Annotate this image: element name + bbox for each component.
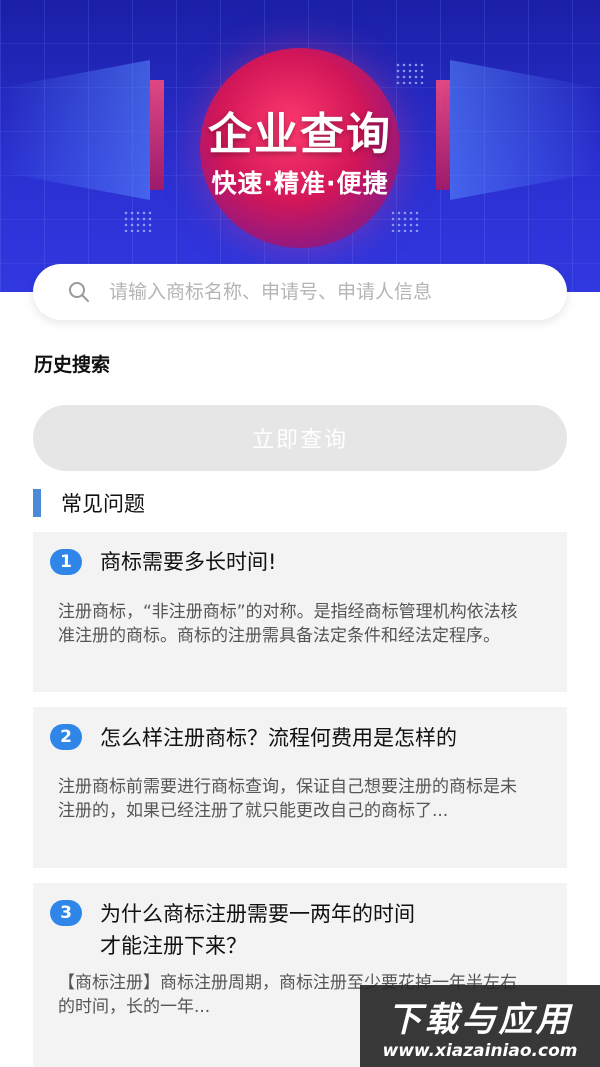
heading-marker	[33, 489, 41, 517]
faq-heading-text: 常见问题	[61, 492, 145, 516]
faq-question: 怎么样注册商标？流程何费用是怎样的	[100, 726, 457, 750]
banner-title: 企业查询	[208, 109, 392, 160]
dots-decoration	[395, 62, 425, 84]
search-input[interactable]	[109, 281, 529, 303]
banner: 企业查询 快速·精准·便捷	[0, 0, 600, 292]
faq-heading: 常见问题	[33, 488, 145, 518]
faq-answer: 注册商标前需要进行商标查询，保证自己想要注册的商标是未注册的，如果已经注册了就只…	[58, 777, 517, 821]
faq-number-badge: 2	[50, 724, 82, 750]
faq-card[interactable]: 2 怎么样注册商标？流程何费用是怎样的 注册商标前需要进行商标查询，保证自己想要…	[33, 707, 567, 868]
watermark-url: www.xiazainiao.com	[382, 1040, 578, 1061]
faq-answer: 注册商标，“非注册商标”的对称。是指经商标管理机构依法核准注册的商标。商标的注册…	[58, 602, 518, 646]
faq-number-badge: 3	[50, 900, 82, 926]
watermark-text: 下载与应用	[387, 999, 573, 1040]
query-now-button[interactable]: 立即查询	[33, 405, 567, 471]
faq-question: 为什么商标注册需要一两年的时间 才能注册下来？	[100, 902, 415, 958]
faq-number-badge: 1	[50, 549, 82, 575]
faq-question: 商标需要多长时间!	[100, 550, 277, 574]
history-search-label: 历史搜索	[34, 354, 111, 376]
faq-card[interactable]: 1 商标需要多长时间! 注册商标，“非注册商标”的对称。是指经商标管理机构依法核…	[33, 532, 567, 692]
search-bar[interactable]	[33, 264, 567, 320]
dots-decoration	[123, 210, 153, 232]
dots-decoration	[390, 210, 420, 232]
banner-subtitle: 快速·精准·便捷	[211, 169, 389, 198]
watermark: 下载与应用 www.xiazainiao.com	[360, 985, 600, 1067]
search-icon	[69, 282, 89, 302]
